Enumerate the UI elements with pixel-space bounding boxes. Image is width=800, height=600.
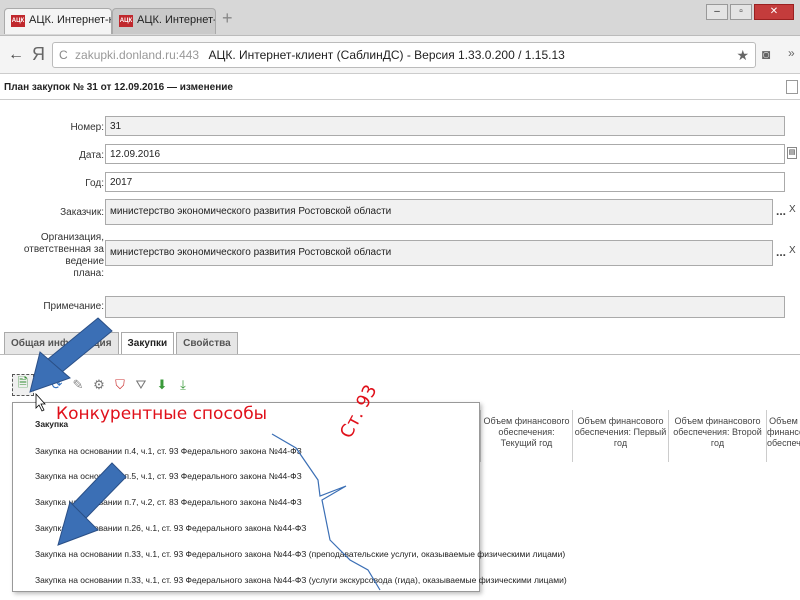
brace-line	[271, 433, 381, 591]
arrow-to-add-button	[29, 317, 113, 393]
annotation-overlay	[29, 317, 381, 591]
annotation-competitive: Конкурентные способы	[56, 404, 268, 424]
mouse-cursor-icon	[35, 392, 46, 412]
arrow-to-menu-items	[57, 462, 127, 546]
